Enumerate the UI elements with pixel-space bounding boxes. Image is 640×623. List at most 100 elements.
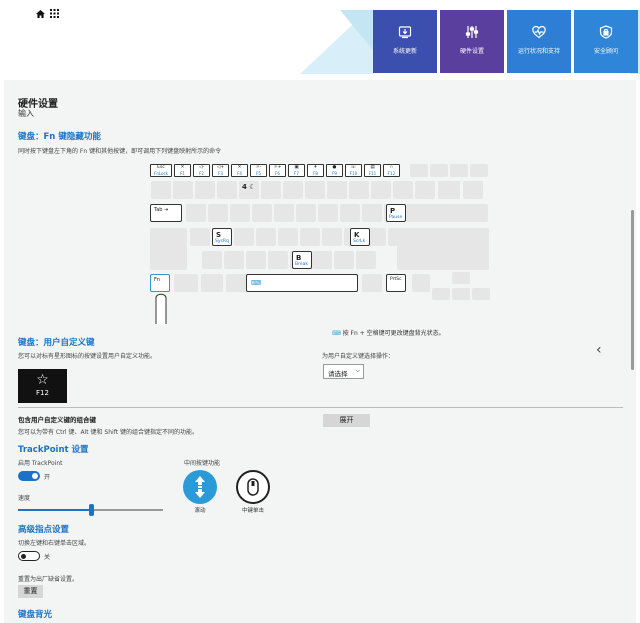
home-icon[interactable]: [36, 9, 45, 18]
fn-row-key: Esc FnLock: [150, 164, 172, 177]
fn-row-key: ▣ F7: [288, 164, 305, 177]
keyboard-key: [224, 251, 244, 269]
keyboard-key: [268, 251, 288, 269]
keyboard-backlight-heading: 键盘背光: [18, 610, 53, 620]
middle-button-label: 中间按键功能: [184, 460, 221, 467]
nav-tile-security-advisor[interactable]: 安全顾问: [574, 10, 638, 73]
keyboard-key: [150, 228, 187, 270]
mouse-icon: [247, 478, 259, 496]
tab-key: Tab ⇥: [150, 204, 182, 222]
fn-key-label: FnLock: [154, 171, 168, 176]
keyboard-backlight-icon: ⌨: [251, 279, 262, 287]
divider: [18, 407, 623, 408]
key-k-label: K: [354, 231, 360, 239]
keyboard-key: [252, 204, 272, 222]
speed-slider[interactable]: [18, 504, 163, 516]
system-update-icon: [398, 26, 412, 39]
chevron-left-icon[interactable]: ‹: [596, 342, 602, 358]
keyboard-key: [410, 164, 428, 177]
fn-key-label: F8: [313, 171, 318, 176]
fn-key-label: F11: [368, 171, 377, 176]
combo-title: 包含用户自定义键的组合键: [18, 416, 96, 424]
keyboard-key: [438, 204, 488, 222]
fn-key-label: F3: [218, 171, 223, 176]
fn-key-label: F9: [332, 171, 337, 176]
keyboard-map: Esc FnLock ✕ F1 ◁- F2 ◁+ F3 ✕ F4 ☼- F5 ☼+ F6 ▣ F7 ✈ F8 ● F9…: [146, 164, 492, 324]
key-s: S SysRq: [212, 228, 232, 246]
keyboard-key: [362, 274, 382, 292]
nav-tile-system-update[interactable]: 系统更新: [373, 10, 437, 73]
keyboard-key: [463, 181, 483, 199]
apps-grid-icon[interactable]: [50, 9, 59, 18]
keyboard-key: [438, 181, 460, 199]
keyboard-key: [283, 181, 303, 199]
tab-key-label: Tab ⇥: [154, 207, 169, 213]
keyboard-key: [322, 228, 342, 246]
swap-buttons-toggle[interactable]: [18, 551, 40, 561]
backlight-hint-text: 按 Fn + 空格键可更改键盘背光状态。: [342, 330, 445, 337]
key-s-label: S: [216, 231, 222, 239]
keyboard-key: [312, 251, 332, 269]
keyboard-key: [151, 181, 171, 199]
expand-button[interactable]: 展开: [323, 414, 370, 427]
user-defined-key-tile[interactable]: ☆ F12: [18, 369, 67, 403]
scroll-option[interactable]: [183, 470, 217, 504]
trackpoint-toggle-state: 开: [44, 474, 51, 481]
nav-tile-health-support[interactable]: 运行状况和支持: [507, 10, 571, 73]
key-p-sub: Pause: [389, 215, 403, 220]
keyboard-key: [430, 164, 448, 177]
space-key: ⌨: [246, 274, 358, 292]
top-toolbar: [36, 9, 59, 18]
middle-click-option[interactable]: [236, 470, 270, 504]
keyboard-key: [397, 228, 489, 270]
fn-section-description: 同时按下键盘左下角的 Fn 键和其他按键，即可调用下列键盘映射所示的命令: [18, 148, 222, 155]
scrollbar-thumb[interactable]: [631, 210, 634, 370]
fn-key-label: F6: [275, 171, 280, 176]
keyboard-key: [230, 204, 250, 222]
keyboard-key: [305, 181, 325, 199]
nav-tile-hardware-settings[interactable]: 硬件设置: [440, 10, 504, 73]
keyboard-key: [296, 204, 316, 222]
keyboard-key: [234, 228, 254, 246]
combo-description: 您可以为带有 Ctrl 键、Alt 键和 Shift 键的组合键指定不同的功能。: [18, 429, 198, 436]
key-b-sub: Break: [295, 262, 308, 267]
trackpoint-toggle[interactable]: [18, 471, 40, 481]
keyboard-key: [226, 274, 248, 292]
chevron-down-icon: ⌵: [355, 367, 360, 374]
backlight-hint: ⌨ 按 Fn + 空格键可更改键盘背光状态。: [332, 328, 445, 337]
user-key-description: 您可以对标有星形图标的按键设置用户自定义功能。: [18, 353, 157, 360]
keyboard-key: [195, 181, 215, 199]
reset-description: 重置为出厂缺省设置。: [18, 576, 79, 583]
scroll-option-label: 滚动: [194, 508, 206, 514]
key-p: P Pause: [386, 204, 406, 222]
keyboard-key: [452, 288, 470, 300]
key-k-sub: ScrLk: [353, 239, 366, 244]
keyboard-key: [246, 251, 266, 269]
user-key-label: F12: [36, 389, 49, 397]
scroll-arrows-icon: [195, 476, 205, 498]
fn-key-label: F1: [180, 171, 185, 176]
reset-button[interactable]: 重置: [18, 585, 43, 598]
middle-click-option-label: 中键单击: [241, 508, 264, 514]
trackpoint-enable-label: 启用 TrackPoint: [18, 460, 63, 467]
fn-row-key: ▤ F11: [364, 164, 381, 177]
page-subtitle: 输入: [18, 109, 34, 118]
fn-row-key: ☼+ F6: [269, 164, 286, 177]
fn-key-label: F4: [237, 171, 242, 176]
keyboard-key: [432, 288, 450, 300]
health-support-icon: [532, 25, 546, 39]
keyboard-key: [349, 181, 369, 199]
keyboard-key: [256, 228, 276, 246]
action-select[interactable]: 请选择 ⌵: [323, 364, 364, 379]
nav-tile-label: 硬件设置: [459, 48, 484, 55]
hardware-settings-icon: [465, 26, 479, 38]
fn-key-label: F5: [256, 171, 261, 176]
keyboard-key: [334, 251, 354, 269]
keyboard-key: [318, 204, 338, 222]
keyboard-key: [274, 204, 294, 222]
keyboard-backlight-icon: ⌨: [332, 330, 341, 337]
keyboard-key: [202, 251, 222, 269]
keyboard-key: [415, 181, 435, 199]
fn-row-key: ◁- F2: [193, 164, 210, 177]
speed-slider-thumb[interactable]: [88, 504, 94, 516]
